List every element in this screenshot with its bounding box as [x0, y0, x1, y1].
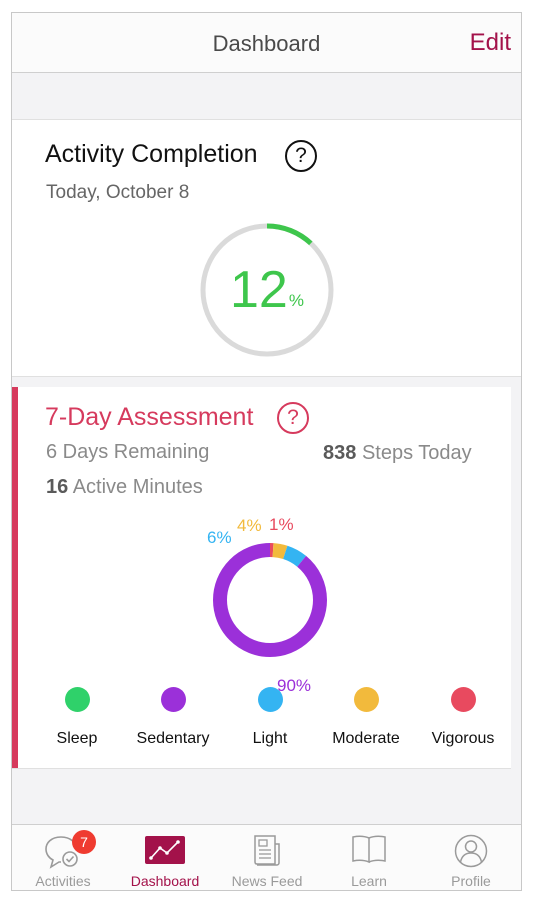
activities-badge: 7 [72, 830, 96, 854]
legend-label-moderate: Moderate [332, 730, 400, 747]
steps-today: 838 Steps Today [323, 442, 472, 465]
edit-button[interactable]: Edit [470, 29, 511, 57]
tab-label-activities: Activities [35, 873, 91, 889]
active-minutes-label: Active Minutes [72, 476, 203, 498]
activity-breakdown-donut [210, 540, 330, 660]
book-icon [352, 835, 386, 864]
page-title: Dashboard [212, 31, 321, 56]
tab-label-profile: Profile [451, 873, 491, 889]
light-percent-label: 6% [207, 528, 232, 547]
legend-item-moderate: Moderate [311, 687, 421, 748]
legend-dot-sleep [64, 687, 90, 712]
activity-help-icon[interactable]: ? [285, 140, 317, 172]
assessment-accent-bar [12, 387, 18, 768]
activity-completion-title: Activity Completion [45, 140, 258, 168]
activity-date: Today, October 8 [46, 182, 190, 203]
active-minutes: 16 Active Minutes [46, 476, 203, 499]
legend-label-vigorous: Vigorous [431, 730, 495, 747]
completion-percent-unit: % [288, 291, 304, 310]
chart-icon [145, 836, 185, 864]
assessment-title: 7-Day Assessment [45, 403, 254, 431]
legend-dot-vigorous [450, 687, 476, 712]
tab-news-feed[interactable]: News Feed [216, 825, 318, 890]
seven-day-assessment-card: 7-Day Assessment ? 6 Days Remaining 838 … [12, 387, 511, 769]
moderate-percent-label: 4% [237, 516, 262, 535]
tab-activities[interactable]: 7 Activities [12, 825, 114, 890]
tab-dashboard[interactable]: Dashboard [114, 825, 216, 890]
legend-item-vigorous: Vigorous [408, 687, 518, 748]
legend-dot-light [257, 687, 283, 712]
completion-percent-value: 12 [230, 261, 288, 319]
tab-label-news-feed: News Feed [231, 873, 303, 889]
assessment-help-icon[interactable]: ? [277, 402, 309, 434]
navigation-bar: Dashboard Edit [12, 13, 521, 73]
person-icon [454, 834, 488, 868]
tab-label-learn: Learn [351, 873, 387, 889]
donut-segment-sedentary [213, 543, 327, 657]
legend-label-light: Light [252, 730, 288, 747]
steps-today-value: 838 [323, 442, 357, 464]
legend-label-sedentary: Sedentary [136, 730, 210, 747]
legend-dot-moderate [353, 687, 379, 712]
vigorous-percent-label: 1% [269, 515, 294, 534]
legend-dot-sedentary [160, 687, 186, 712]
legend-label-sleep: Sleep [56, 730, 98, 747]
days-remaining: 6 Days Remaining [46, 441, 210, 463]
completion-percent: 12 % [200, 223, 334, 357]
steps-today-label: Steps Today [361, 442, 472, 464]
tab-profile[interactable]: Profile [420, 825, 521, 890]
newspaper-icon [254, 835, 280, 866]
activity-completion-card: Activity Completion ? Today, October 8 1… [12, 119, 521, 377]
legend-item-sleep: Sleep [22, 687, 132, 748]
app-frame: Dashboard Edit Activity Completion ? Tod… [11, 12, 522, 891]
tab-bar: 7 Activities Dashboard News Feed Learn P… [12, 824, 521, 890]
tab-label-dashboard: Dashboard [130, 873, 200, 889]
active-minutes-value: 16 [46, 476, 69, 498]
completion-ring: 12 % [200, 223, 334, 357]
tab-learn[interactable]: Learn [318, 825, 420, 890]
legend-item-sedentary: Sedentary [118, 687, 228, 748]
legend-item-light: Light [215, 687, 325, 748]
